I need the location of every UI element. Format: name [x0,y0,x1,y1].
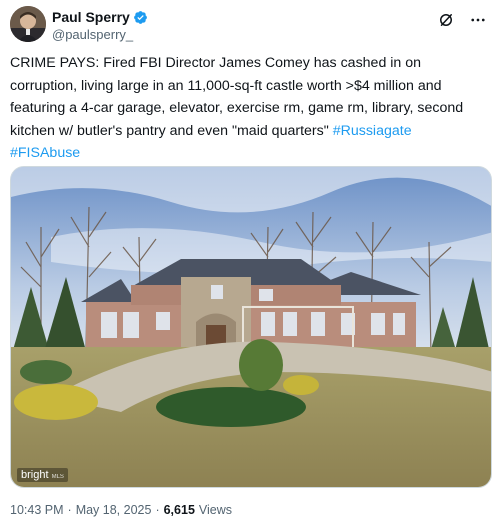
grok-icon[interactable] [436,10,456,30]
house-photo [11,167,491,487]
avatar-image [10,6,46,42]
header-actions [436,10,488,30]
verified-badge-icon [133,10,148,25]
tweet-time[interactable]: 10:43 PM [10,503,64,517]
tweet-text: CRIME PAYS: Fired FBI Director James Com… [10,52,492,165]
hashtag-fisabuse[interactable]: #FISAbuse [10,145,80,161]
tweet-header: Paul Sperry @paulsperry_ [10,6,490,46]
watermark-suffix: MLS [51,474,64,480]
views-label: Views [198,503,233,517]
hashtag-russiagate[interactable]: #Russiagate [333,123,412,139]
author-display-name[interactable]: Paul Sperry [52,9,130,25]
meta-separator: · [67,503,72,517]
views-count: 6,615 [163,503,195,517]
watermark-brand: bright [21,469,49,481]
mls-watermark: bright MLS [17,468,68,482]
avatar[interactable] [10,6,46,42]
more-options-icon[interactable] [468,10,488,30]
author-info: Paul Sperry @paulsperry_ [52,8,148,42]
tweet-meta: 10:43 PM · May 18, 2025 · 6,615 Views [10,503,232,517]
tweet: Paul Sperry @paulsperry_ CRIME PAYS: Fir… [0,0,500,526]
author-handle[interactable]: @paulsperry_ [52,27,148,42]
tweet-date[interactable]: May 18, 2025 [76,503,152,517]
tweet-photo[interactable]: bright MLS [10,166,492,488]
meta-separator: · [155,503,160,517]
